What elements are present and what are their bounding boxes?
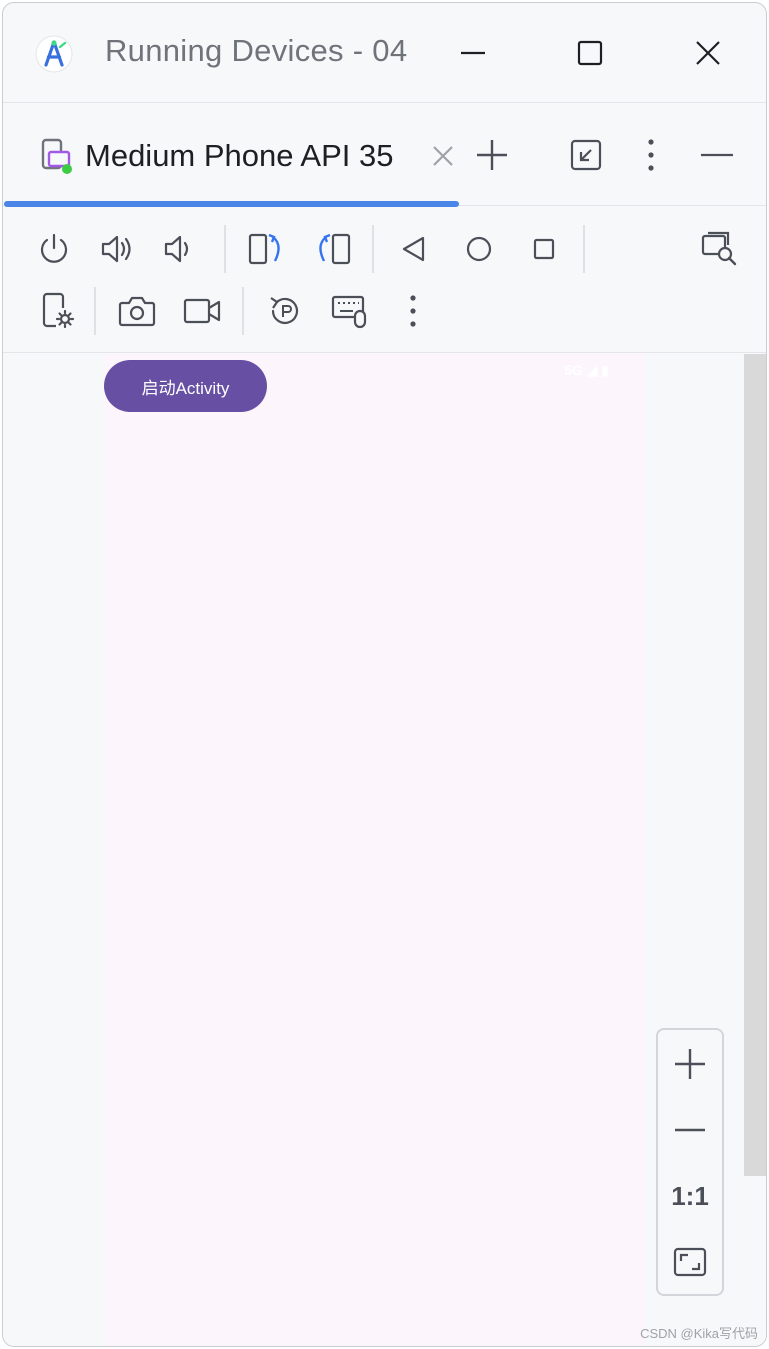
toolbar-separator — [224, 225, 226, 273]
running-devices-window: Running Devices - 04 Medium Phone API 35 — [2, 2, 767, 1347]
vertical-scrollbar[interactable] — [744, 354, 766, 1176]
device-settings-icon[interactable] — [36, 289, 80, 333]
restore-window-icon[interactable] — [564, 133, 608, 177]
status-bar: 5G ◢ ▮ — [564, 362, 609, 378]
hide-panel-icon[interactable] — [695, 133, 739, 177]
emulator-screen[interactable]: 启动Activity 5G ◢ ▮ — [104, 354, 645, 1346]
toolbar-separator — [242, 287, 244, 335]
close-tab-icon[interactable] — [429, 142, 457, 170]
overview-icon[interactable] — [522, 227, 566, 271]
device-display-area: 启动Activity 5G ◢ ▮ 1:1 — [3, 354, 766, 1346]
keyboard-mouse-icon[interactable] — [328, 289, 372, 333]
device-tab-bar: Medium Phone API 35 — [3, 104, 766, 207]
fit-screen-icon[interactable] — [668, 1240, 712, 1284]
power-icon[interactable] — [32, 227, 76, 271]
toolbar-separator — [372, 225, 374, 273]
tab-label: Medium Phone API 35 — [85, 138, 394, 173]
launch-activity-button[interactable]: 启动Activity — [104, 360, 267, 412]
title-bar: Running Devices - 04 — [3, 3, 766, 103]
running-device-icon — [39, 138, 75, 176]
zoom-out-icon[interactable] — [668, 1108, 712, 1152]
volume-up-icon[interactable] — [96, 227, 140, 271]
watermark: CSDN @Kika写代码 — [640, 1326, 758, 1341]
more-vert-icon[interactable] — [629, 133, 673, 177]
close-icon[interactable] — [686, 31, 730, 75]
zoom-controls: 1:1 — [656, 1028, 724, 1296]
window-title: Running Devices - 04 — [105, 33, 408, 68]
home-icon[interactable] — [457, 227, 501, 271]
android-studio-icon — [35, 35, 73, 73]
zoom-actual-size-button[interactable]: 1:1 — [668, 1174, 712, 1218]
rotate-right-icon[interactable] — [311, 227, 355, 271]
rotate-left-icon[interactable] — [244, 227, 288, 271]
screenshot-icon[interactable] — [115, 289, 159, 333]
new-tab-icon[interactable] — [470, 133, 514, 177]
zoom-in-icon[interactable] — [668, 1042, 712, 1086]
device-toolbar — [3, 207, 766, 353]
inspect-device-icon[interactable] — [697, 227, 741, 271]
reset-icon[interactable] — [263, 289, 307, 333]
toolbar-separator — [583, 225, 585, 273]
back-icon[interactable] — [392, 227, 436, 271]
minimize-icon[interactable] — [451, 31, 495, 75]
tab-medium-phone[interactable]: Medium Phone API 35 — [3, 104, 459, 207]
more-vert-icon[interactable] — [391, 289, 435, 333]
toolbar-separator — [94, 287, 96, 335]
maximize-icon[interactable] — [568, 31, 612, 75]
volume-down-icon[interactable] — [158, 227, 202, 271]
screen-record-icon[interactable] — [180, 289, 224, 333]
